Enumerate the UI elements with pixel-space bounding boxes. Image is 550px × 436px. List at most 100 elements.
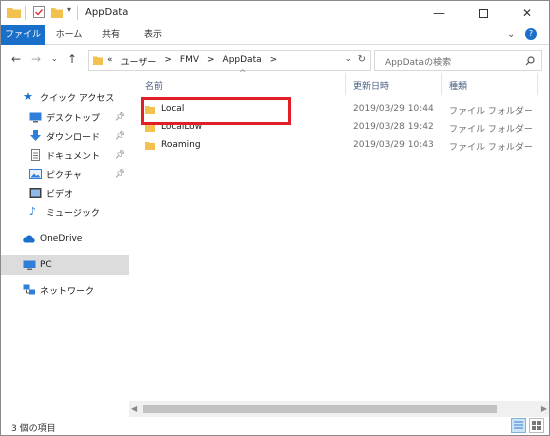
- nav-label: ネットワーク: [40, 286, 95, 297]
- title-divider: [77, 6, 78, 20]
- column-divider[interactable]: [345, 73, 346, 95]
- back-icon[interactable]: ←: [11, 52, 21, 66]
- column-header-date[interactable]: 更新日時: [353, 79, 389, 92]
- video-icon: [29, 188, 42, 198]
- pin-icon[interactable]: 📌︎: [115, 112, 125, 121]
- scroll-left-icon[interactable]: ◀: [131, 404, 137, 413]
- nav-item-videos[interactable]: ビデオ: [29, 183, 127, 203]
- scroll-right-icon[interactable]: ▶: [541, 404, 547, 413]
- column-header-name[interactable]: 名前: [145, 79, 163, 92]
- nav-quick-access[interactable]: ★ クイック アクセス: [23, 87, 127, 107]
- nav-item-onedrive[interactable]: OneDrive: [23, 229, 127, 249]
- nav-label: ミュージック: [46, 208, 100, 219]
- forward-icon[interactable]: →: [31, 52, 41, 66]
- pin-icon[interactable]: 📌︎: [115, 150, 125, 159]
- file-type: ファイル フォルダー: [449, 125, 533, 135]
- music-icon: ♪: [29, 205, 37, 218]
- file-name: Roaming: [161, 140, 201, 150]
- nav-item-pictures[interactable]: ピクチャ: [29, 164, 127, 184]
- minimize-button[interactable]: —: [417, 1, 461, 25]
- nav-item-network[interactable]: ネットワーク: [23, 280, 127, 300]
- title-bar: ▾ AppData — ✕: [1, 1, 549, 25]
- download-icon: [30, 130, 41, 141]
- large-icons-view-button[interactable]: [529, 418, 544, 433]
- customize-toolbar-icon[interactable]: ▾: [67, 5, 71, 14]
- scrollbar-thumb[interactable]: [143, 405, 497, 413]
- breadcrumb-overflow[interactable]: «: [107, 55, 113, 68]
- cloud-icon: [23, 235, 35, 243]
- folder-icon: [145, 142, 155, 150]
- breadcrumb-users[interactable]: ユーザー: [121, 55, 157, 68]
- pin-icon[interactable]: 📌︎: [115, 131, 125, 140]
- nav-label: ドキュメント: [46, 151, 101, 162]
- navigation-pane: ★ クイック アクセス デスクトップ 📌︎ ダウンロード 📌︎ ドキュメント 📌…: [1, 81, 129, 401]
- file-date: 2019/03/29 10:44: [353, 104, 434, 114]
- column-divider[interactable]: [441, 73, 442, 95]
- tab-home[interactable]: ホーム: [49, 25, 89, 45]
- expand-ribbon-icon[interactable]: ⌄: [507, 29, 515, 40]
- nav-item-desktop[interactable]: デスクトップ: [29, 107, 127, 127]
- search-box[interactable]: AppDataの検索: [374, 50, 542, 71]
- refresh-icon[interactable]: ↻: [358, 54, 366, 65]
- address-folder-icon: [93, 56, 103, 65]
- minimize-icon: —: [433, 6, 445, 20]
- sort-ascending-icon: ^: [239, 69, 247, 79]
- ribbon-tabs: ファイル ホーム 共有 表示 ⌄ ?: [1, 25, 549, 45]
- close-icon: ✕: [521, 6, 533, 20]
- title-divider: [25, 6, 26, 20]
- status-bar: 3 個の項目: [1, 417, 549, 435]
- network-icon: [23, 284, 35, 295]
- item-count: 3 個の項目: [11, 424, 56, 434]
- details-view-icon: [514, 421, 523, 429]
- properties-icon[interactable]: [33, 6, 45, 18]
- document-icon: [31, 149, 40, 161]
- nav-item-downloads[interactable]: ダウンロード: [29, 126, 127, 146]
- help-icon[interactable]: ?: [525, 28, 537, 40]
- breadcrumb-separator[interactable]: >: [270, 55, 278, 68]
- close-button[interactable]: ✕: [505, 1, 549, 25]
- large-icons-view-icon: [532, 421, 541, 430]
- nav-item-music[interactable]: ♪ ミュージック: [29, 202, 127, 222]
- search-icon: [525, 56, 535, 66]
- folder-app-icon: [7, 8, 21, 18]
- nav-item-pc[interactable]: PC: [1, 255, 129, 275]
- nav-label: ピクチャ: [46, 170, 82, 181]
- highlight-box: [141, 97, 291, 125]
- maximize-button[interactable]: [461, 1, 505, 25]
- pin-icon[interactable]: 📌︎: [115, 169, 125, 178]
- breadcrumb-separator[interactable]: >: [164, 55, 172, 68]
- pictures-icon: [29, 169, 42, 179]
- nav-label: ダウンロード: [46, 132, 101, 143]
- nav-label: ビデオ: [46, 189, 74, 200]
- horizontal-scrollbar[interactable]: ◀ ▶: [129, 401, 549, 417]
- nav-label: PC: [40, 260, 52, 270]
- new-folder-icon[interactable]: [51, 6, 63, 18]
- tab-view[interactable]: 表示: [133, 25, 173, 45]
- file-date: 2019/03/29 10:43: [353, 140, 434, 150]
- star-icon: ★: [23, 90, 33, 103]
- breadcrumb-fmv[interactable]: FMV: [180, 55, 199, 68]
- column-divider[interactable]: [537, 73, 538, 95]
- breadcrumb-separator[interactable]: >: [207, 55, 215, 68]
- details-view-button[interactable]: [511, 418, 526, 433]
- explorer-window: ▾ AppData — ✕ ファイル ホーム 共有 表示 ⌄ ? ← → ⌄ ↑…: [0, 0, 550, 436]
- file-type: ファイル フォルダー: [449, 107, 533, 117]
- maximize-icon: [478, 8, 488, 18]
- nav-label: デスクトップ: [46, 113, 101, 124]
- address-bar[interactable]: « ユーザー > FMV > AppData > ⌄ ↻: [88, 50, 371, 71]
- nav-label: クイック アクセス: [40, 93, 115, 104]
- nav-item-documents[interactable]: ドキュメント: [29, 145, 127, 165]
- file-row-roaming[interactable]: Roaming 2019/03/29 10:43 ファイル フォルダー: [141, 137, 549, 155]
- breadcrumb-appdata[interactable]: AppData: [223, 55, 262, 68]
- breadcrumb: « ユーザー > FMV > AppData >: [107, 55, 277, 68]
- file-type: ファイル フォルダー: [449, 143, 533, 153]
- tab-file[interactable]: ファイル: [1, 25, 45, 45]
- computer-icon: [23, 260, 36, 270]
- search-input[interactable]: AppDataの検索: [385, 55, 451, 68]
- tab-share[interactable]: 共有: [91, 25, 131, 45]
- up-icon[interactable]: ↑: [67, 52, 77, 66]
- nav-label: OneDrive: [40, 234, 83, 244]
- address-dropdown-icon[interactable]: ⌄: [344, 54, 352, 64]
- recent-locations-icon[interactable]: ⌄: [51, 54, 58, 63]
- column-header-type[interactable]: 種類: [449, 79, 467, 92]
